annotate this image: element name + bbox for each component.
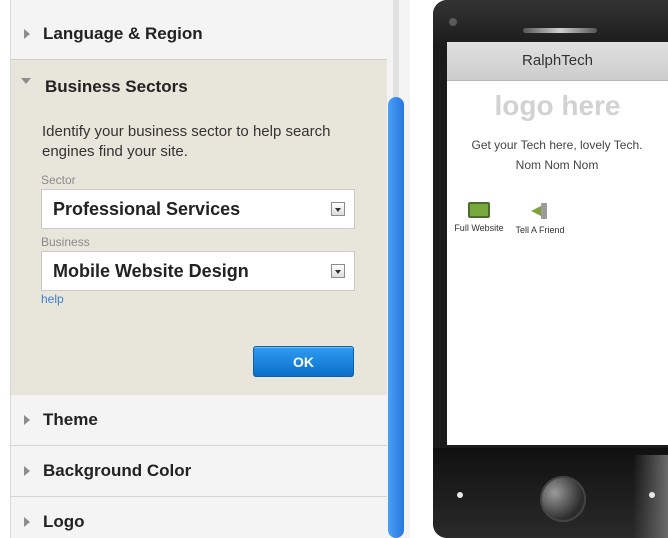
- dropdown-arrow-icon[interactable]: [331, 202, 345, 216]
- left-softkey-icon: [457, 492, 463, 498]
- accordion-language-region[interactable]: Language & Region: [11, 9, 388, 60]
- accordion-title: Theme: [43, 410, 98, 429]
- monitor-icon: [468, 202, 490, 218]
- business-select-value: Mobile Website Design: [53, 261, 249, 281]
- megaphone-icon: [529, 202, 551, 220]
- shortcut-full-website[interactable]: Full Website: [444, 202, 514, 233]
- right-softkey-icon: [649, 492, 655, 498]
- home-button: [540, 476, 586, 522]
- panel-scrollbar[interactable]: [387, 0, 410, 538]
- business-label: Business: [41, 235, 90, 249]
- site-title-bar: RalphTech: [447, 42, 668, 81]
- dropdown-arrow-icon[interactable]: [331, 264, 345, 278]
- ok-button[interactable]: OK: [253, 346, 354, 377]
- speaker-icon: [523, 28, 597, 33]
- sector-description: Identify your business sector to help se…: [42, 123, 331, 160]
- expand-arrow-icon: [24, 415, 30, 425]
- accordion-business-sectors: Business Sectors Identify your business …: [11, 59, 388, 396]
- expand-arrow-icon: [24, 29, 30, 39]
- accordion-title: Background Color: [43, 461, 192, 480]
- accordion-title: Logo: [43, 512, 85, 531]
- accordion-business-sectors-header[interactable]: Business Sectors: [11, 60, 388, 114]
- camera-icon: [449, 18, 457, 26]
- sector-select-value: Professional Services: [53, 199, 241, 219]
- shortcut-label: Tell A Friend: [515, 225, 565, 235]
- shortcut-tell-a-friend[interactable]: Tell A Friend: [505, 202, 575, 235]
- logo-placeholder: logo here: [494, 90, 621, 121]
- site-tagline: Get your Tech here, lovely Tech. Nom Nom…: [471, 138, 643, 172]
- phone-screen: RalphTech logo here Get your Tech here, …: [447, 42, 668, 445]
- help-link[interactable]: help: [41, 292, 64, 306]
- accordion-title: Business Sectors: [45, 77, 188, 96]
- accordion-theme[interactable]: Theme: [11, 395, 388, 446]
- business-select[interactable]: Mobile Website Design: [41, 251, 355, 291]
- sector-label: Sector: [41, 173, 76, 187]
- expand-arrow-icon: [24, 517, 30, 527]
- accordion-title: Language & Region: [43, 24, 203, 43]
- settings-accordion: Language & Region Business Sectors Ident…: [10, 0, 389, 538]
- accordion-background-color[interactable]: Background Color: [11, 446, 388, 497]
- phone-preview: RalphTech logo here Get your Tech here, …: [433, 0, 668, 538]
- sector-select[interactable]: Professional Services: [41, 189, 355, 229]
- expand-arrow-icon: [24, 466, 30, 476]
- scrollbar-thumb[interactable]: [388, 97, 404, 538]
- accordion-logo[interactable]: Logo: [11, 497, 388, 538]
- collapse-arrow-icon: [21, 78, 31, 84]
- shortcut-label: Full Website: [454, 223, 504, 233]
